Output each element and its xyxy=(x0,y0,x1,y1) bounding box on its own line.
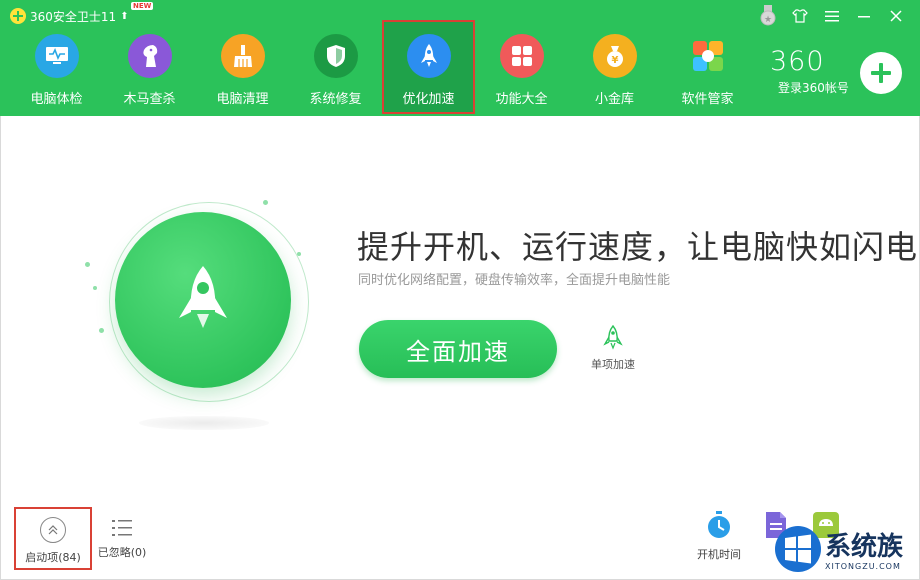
svg-text:¥: ¥ xyxy=(611,55,618,66)
single-speed-button[interactable]: 单项加速 xyxy=(585,324,641,372)
ignored-items-button[interactable]: 已忽略(0) xyxy=(94,507,150,570)
watermark: 系统族 XITONGZU.COM xyxy=(769,518,920,580)
nav-item-repair[interactable]: 系统修复 xyxy=(289,20,382,114)
nav-label: 软件管家 xyxy=(681,92,734,107)
menu-icon[interactable] xyxy=(816,2,848,30)
boot-time-button[interactable]: 开机时间 xyxy=(697,510,741,562)
nav-item-checkup[interactable]: 电脑体检 xyxy=(10,20,103,114)
nav-label: 木马查杀 xyxy=(123,92,176,107)
disc-shadow xyxy=(139,416,269,430)
nav-label: 小金库 xyxy=(594,92,634,107)
watermark-text: 系统族 xyxy=(825,532,904,562)
svg-text:★: ★ xyxy=(764,15,772,25)
startup-label: 启动项(84) xyxy=(25,551,81,564)
nav-label: 电脑体检 xyxy=(30,92,83,107)
ignored-label: 已忽略(0) xyxy=(97,546,147,559)
minimize-icon[interactable] xyxy=(848,2,880,30)
startup-items-button[interactable]: 启动项(84) xyxy=(14,507,92,570)
money-bag-icon: ¥ xyxy=(592,34,637,78)
nav-label: 系统修复 xyxy=(309,92,362,107)
close-icon[interactable] xyxy=(880,2,912,30)
apps-icon xyxy=(686,34,730,78)
headline: 提升开机、运行速度，让电脑快如闪电 xyxy=(357,228,919,266)
shield-icon xyxy=(313,34,358,78)
plus-icon[interactable] xyxy=(860,52,902,94)
rocket-icon xyxy=(406,34,451,78)
logo-360: 360 xyxy=(770,46,825,77)
top-header: 360安全卫士11 ⬆ NEW ★ 电脑体检 木马查杀 电脑清理 系统修复 优化… xyxy=(0,0,920,116)
dot-decoration xyxy=(263,200,268,205)
single-speed-label: 单项加速 xyxy=(591,358,635,371)
nav-item-trojan[interactable]: 木马查杀 xyxy=(103,20,196,114)
medal-icon[interactable]: ★ xyxy=(752,2,784,30)
stopwatch-icon xyxy=(708,511,730,538)
login-label[interactable]: 登录360帐号 xyxy=(778,79,860,96)
nav-label: 优化加速 xyxy=(402,92,455,107)
rocket-disc xyxy=(115,212,291,388)
horse-icon xyxy=(127,34,172,78)
nav-item-vault[interactable]: ¥ 小金库 xyxy=(568,20,661,114)
skin-icon[interactable] xyxy=(784,2,816,30)
boot-time-label: 开机时间 xyxy=(697,548,741,561)
subline: 同时优化网络配置，硬盘传输效率，全面提升电脑性能 xyxy=(358,273,671,288)
chevron-up-icon xyxy=(40,517,66,543)
list-icon xyxy=(112,520,132,536)
windows-logo-icon xyxy=(775,526,821,572)
dot-decoration xyxy=(93,286,97,290)
new-badge: NEW xyxy=(131,2,154,10)
broom-icon xyxy=(220,34,265,78)
nav-item-features[interactable]: 功能大全 xyxy=(475,20,568,114)
rocket-graphic xyxy=(85,200,311,436)
monitor-icon xyxy=(34,34,79,78)
login-area[interactable]: 360 登录360帐号 xyxy=(770,46,860,106)
dot-decoration xyxy=(297,252,301,256)
window-controls: ★ xyxy=(752,2,912,30)
main-panel: 提升开机、运行速度，让电脑快如闪电 同时优化网络配置，硬盘传输效率，全面提升电脑… xyxy=(0,116,920,580)
nav-item-software[interactable]: 软件管家 xyxy=(661,20,754,114)
large-rocket-icon xyxy=(179,266,227,328)
grid-icon xyxy=(499,34,544,78)
nav-item-cleanup[interactable]: 电脑清理 xyxy=(196,20,289,114)
rocket-outline-icon xyxy=(603,324,623,350)
nav-label: 电脑清理 xyxy=(216,92,269,107)
dot-decoration xyxy=(85,262,90,267)
bottom-left-actions: 启动项(84) 已忽略(0) xyxy=(14,507,150,570)
main-nav: 电脑体检 木马查杀 电脑清理 系统修复 优化加速 功能大全 ¥ 小金库 软件管家 xyxy=(10,20,754,114)
watermark-subtext: XITONGZU.COM xyxy=(825,562,901,571)
dot-decoration xyxy=(99,328,104,333)
nav-item-optimize[interactable]: 优化加速 xyxy=(382,20,475,114)
full-speed-button[interactable]: 全面加速 xyxy=(359,320,557,378)
nav-label: 功能大全 xyxy=(495,92,548,107)
